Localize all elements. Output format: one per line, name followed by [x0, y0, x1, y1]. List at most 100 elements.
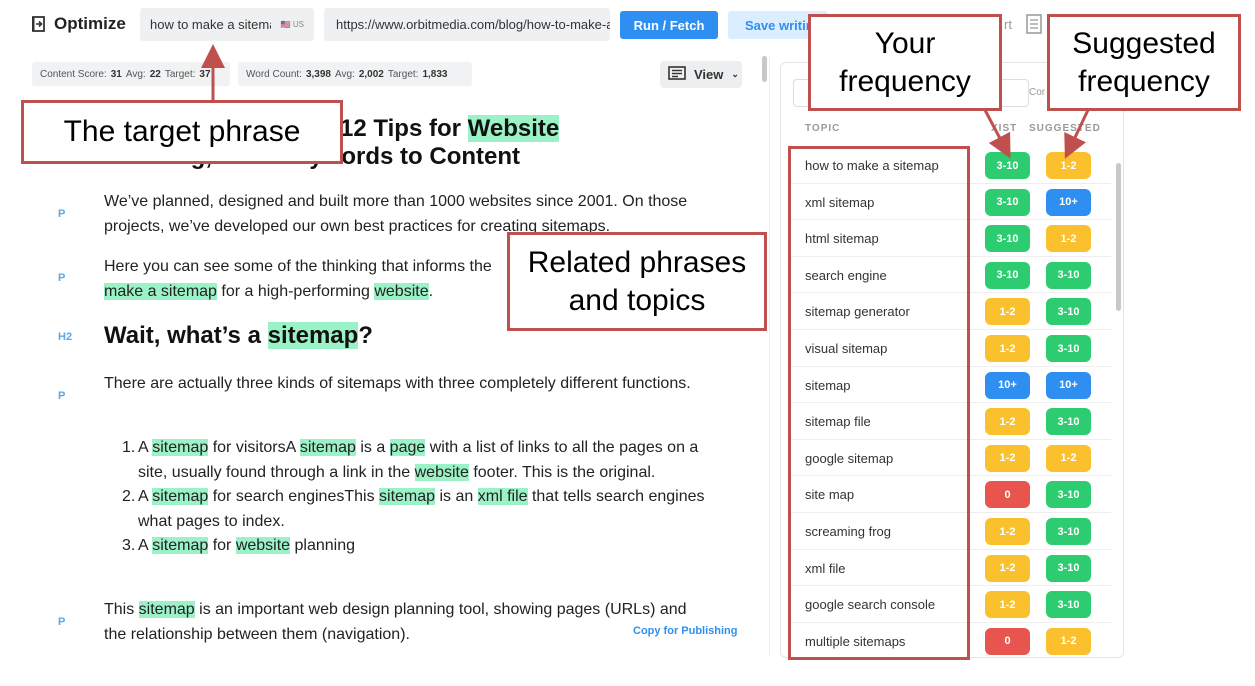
keyword-highlight: Website: [467, 115, 560, 142]
annotation-your-frequency: Your frequency: [808, 14, 1002, 111]
content-score-value: 31: [110, 68, 122, 80]
keyword-input[interactable]: how to make a sitemap 🇺🇸 US: [140, 8, 314, 41]
your-frequency-badge: 0: [985, 481, 1030, 509]
keyword-highlight: page: [389, 439, 426, 456]
suggested-frequency-badge: 3-10: [1046, 591, 1091, 619]
content-score-pill: Content Score: 31 Avg: 22 Target: 37: [32, 62, 230, 86]
suggested-frequency-badge: 3-10: [1046, 518, 1091, 545]
column-header-suggested: SUGGESTED: [1029, 123, 1101, 134]
document-icon[interactable]: [1026, 14, 1042, 39]
your-frequency-badge: 1-2: [985, 298, 1030, 326]
word-count-value: 3,398: [305, 68, 331, 80]
keyword-highlight: xml file: [477, 488, 528, 505]
paragraph-three-kinds[interactable]: There are actually three kinds of sitema…: [104, 372, 724, 397]
editor-scrollbar[interactable]: [762, 56, 767, 82]
suggested-frequency-badge: 1-2: [1046, 225, 1091, 253]
suggested-frequency-badge: 10+: [1046, 371, 1091, 399]
compare-toggle[interactable]: Cor: [1029, 87, 1045, 98]
avg-label: Avg:: [125, 68, 146, 80]
list-item-text: A sitemap for search enginesThis sitemap…: [138, 485, 712, 534]
wc-avg-value: 2,002: [358, 68, 384, 80]
view-label: View: [694, 67, 724, 82]
keyword-highlight: website: [374, 282, 429, 300]
wc-target-label: Target:: [387, 68, 419, 80]
keyword-highlight: sitemap: [267, 322, 359, 349]
app-logo[interactable]: Optimize: [32, 14, 126, 34]
your-frequency-badge: 3-10: [985, 225, 1030, 253]
your-frequency-badge: 3-10: [985, 261, 1030, 289]
list-number: 2.: [122, 488, 136, 505]
block-label-p: P: [58, 272, 66, 284]
text-run: is a: [355, 439, 390, 456]
word-count-label: Word Count:: [246, 68, 302, 80]
your-frequency-badge: 1-2: [985, 408, 1030, 436]
text-run: footer. This is the original.: [468, 463, 656, 481]
wc-target-value: 1,833: [422, 68, 448, 80]
wc-avg-label: Avg:: [334, 68, 355, 80]
url-input[interactable]: https://www.orbitmedia.com/blog/how-to-m…: [324, 8, 610, 41]
list-item-text: A sitemap for website planning: [138, 534, 355, 559]
word-count-pill: Word Count: 3,398 Avg: 2,002 Target: 1,833: [238, 62, 472, 86]
sitemap-kinds-list[interactable]: 1. A sitemap for visitorsA sitemap is a p…: [122, 436, 712, 559]
text-run: for search enginesThis: [208, 488, 380, 505]
view-dropdown[interactable]: View ⌄: [660, 61, 742, 88]
text-run: for visitorsA: [208, 439, 300, 456]
suggested-frequency-badge: 3-10: [1046, 261, 1091, 289]
suggested-frequency-badge: 10+: [1046, 188, 1091, 216]
target-value: 37: [199, 68, 211, 80]
suggested-frequency-badge: 3-10: [1046, 408, 1091, 436]
app-title: Optimize: [54, 14, 126, 33]
list-number: 1.: [122, 439, 136, 456]
suggested-frequency-badge: 1-2: [1046, 627, 1091, 655]
keyword-highlight: sitemap: [379, 488, 436, 505]
sidebar-toggle-icon[interactable]: [32, 15, 46, 33]
suggested-frequency-badge: 3-10: [1046, 335, 1091, 362]
your-frequency-badge: 1-2: [985, 591, 1030, 619]
panel-scrollbar[interactable]: [1116, 163, 1121, 311]
block-label-p: P: [58, 208, 66, 220]
text-run: for: [208, 537, 236, 554]
avg-value: 22: [149, 68, 161, 80]
run-fetch-button[interactable]: Run / Fetch: [620, 11, 718, 39]
related-topics-outline: [788, 146, 970, 660]
keyword-highlight: make a sitemap: [104, 282, 217, 300]
your-frequency-badge: 0: [985, 627, 1030, 655]
locale-flag[interactable]: 🇺🇸 US: [281, 20, 304, 29]
heading-whats-a-sitemap[interactable]: Wait, what’s a sitemap?: [104, 322, 373, 350]
chevron-down-icon: ⌄: [731, 69, 739, 79]
your-frequency-badge: 1-2: [985, 335, 1030, 362]
suggested-frequency-badge: 1-2: [1046, 444, 1091, 472]
text-run: is an: [435, 488, 478, 505]
block-label-p: P: [58, 616, 66, 628]
text-run: planning: [290, 537, 356, 554]
annotation-related-phrases: Related phrases and topics: [507, 232, 767, 331]
text-run: A: [138, 439, 153, 456]
your-frequency-badge: 1-2: [985, 444, 1030, 472]
keyword-highlight: sitemap: [152, 488, 209, 505]
keyword-highlight: sitemap: [138, 601, 195, 618]
list-item[interactable]: 1. A sitemap for visitorsA sitemap is a p…: [122, 436, 712, 485]
view-list-icon: [668, 66, 686, 83]
keyword-highlight: website: [414, 463, 469, 481]
editor-scroll-track: [769, 56, 770, 656]
your-frequency-badge: 3-10: [985, 152, 1030, 179]
block-label-p: P: [58, 390, 66, 402]
suggested-frequency-badge: 1-2: [1046, 152, 1091, 179]
suggested-frequency-badge: 3-10: [1046, 554, 1091, 582]
list-item[interactable]: 3. A sitemap for website planning: [122, 534, 712, 559]
paragraph-planning-tool[interactable]: This sitemap is an important web design …: [104, 598, 704, 647]
your-frequency-badge: 10+: [985, 371, 1030, 399]
export-button[interactable]: rt: [1004, 17, 1012, 32]
suggested-frequency-badge: 3-10: [1046, 481, 1091, 509]
copy-for-publishing-link[interactable]: Copy for Publishing: [633, 625, 738, 637]
column-header-topic: TOPIC: [805, 123, 841, 134]
your-frequency-badge: 1-2: [985, 554, 1030, 582]
list-item[interactable]: 2. A sitemap for search enginesThis sitem…: [122, 485, 712, 534]
text-run: A: [138, 488, 153, 505]
block-label-h2: H2: [58, 331, 73, 343]
keyword-text: how to make a sitemap: [150, 17, 271, 32]
list-number: 3.: [122, 537, 136, 554]
content-score-label: Content Score:: [40, 68, 107, 80]
locale-text: US: [292, 20, 304, 29]
annotation-suggested-frequency: Suggested frequency: [1047, 14, 1241, 111]
